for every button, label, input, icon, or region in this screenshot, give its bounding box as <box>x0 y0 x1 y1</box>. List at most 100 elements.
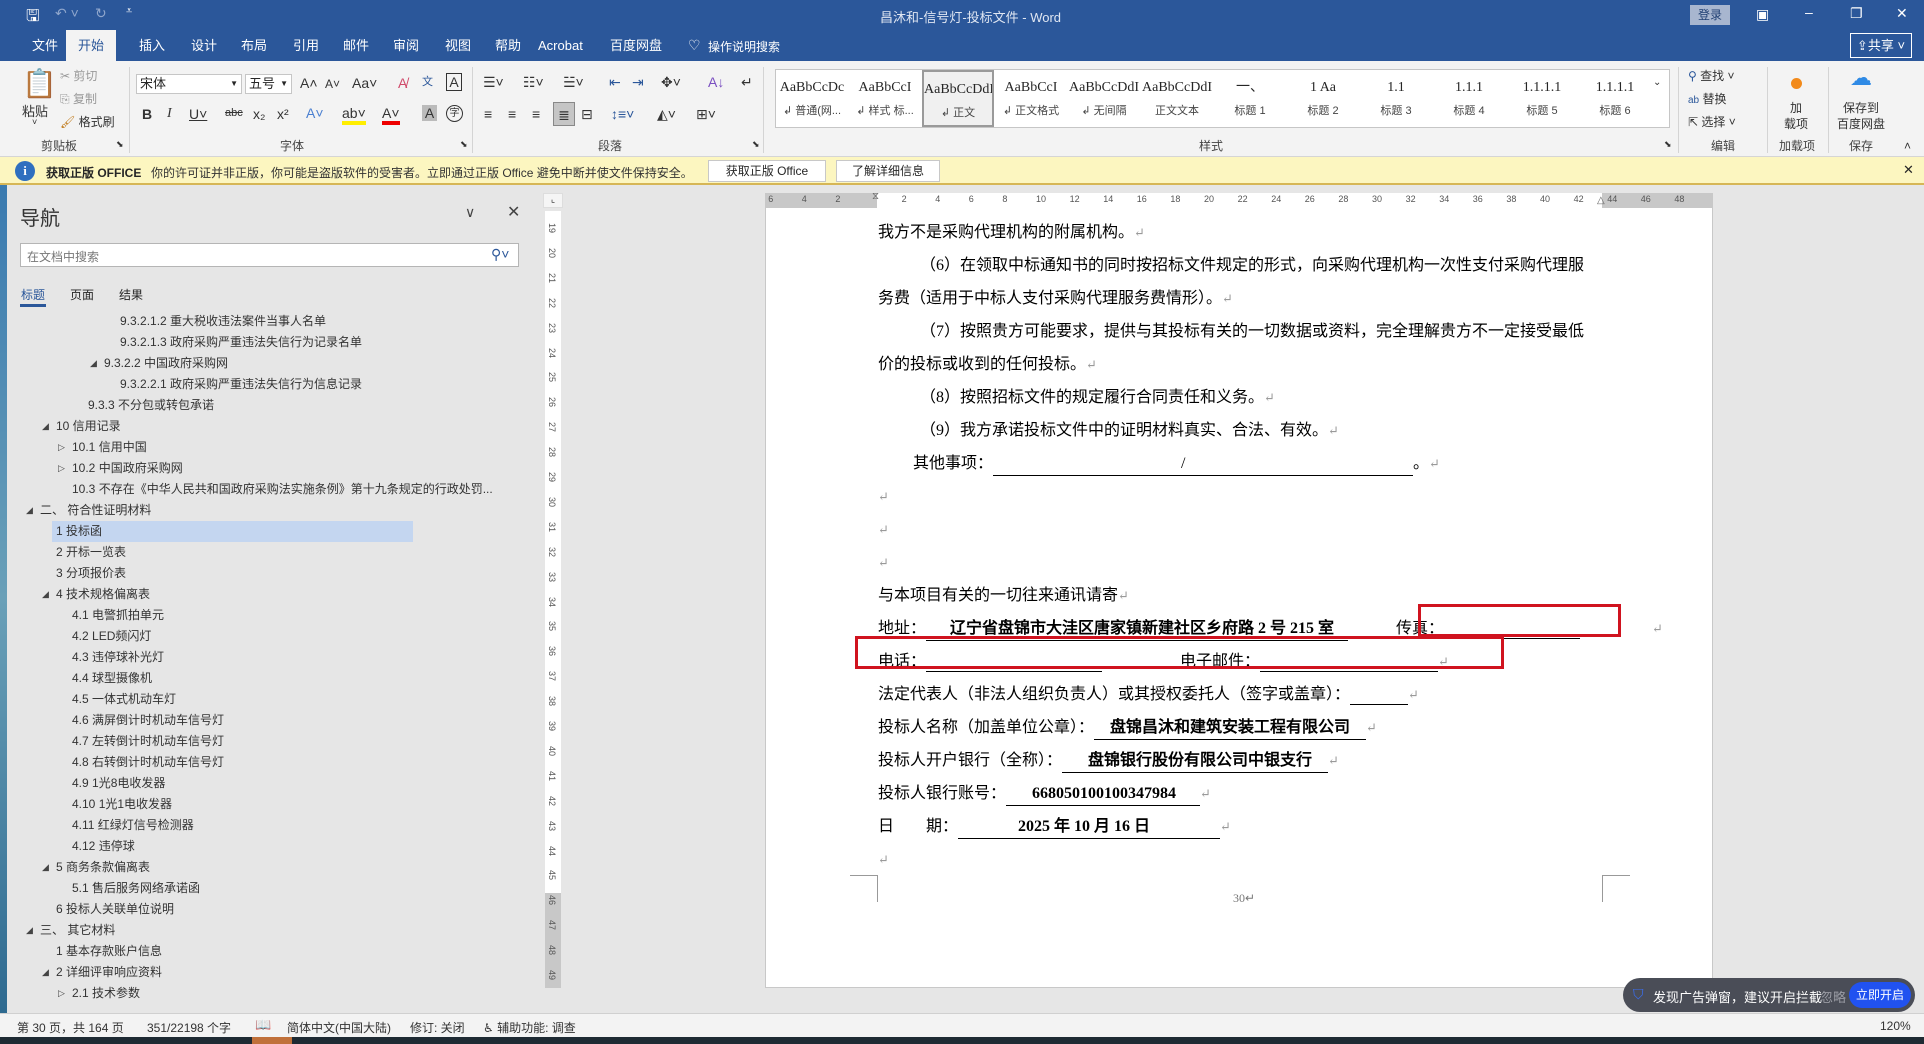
first-line-indent-marker[interactable]: ⧖ <box>872 191 879 202</box>
grow-font-icon[interactable]: A˄ <box>300 75 318 91</box>
save-to-baidu-line2[interactable]: 百度网盘 <box>1837 115 1885 132</box>
tab-design[interactable]: 设计 <box>181 30 227 61</box>
collapse-triangle-icon[interactable]: ◢ <box>42 589 49 600</box>
multilevel-list-icon[interactable]: ☱˅ <box>563 74 584 91</box>
ignore-link[interactable]: 忽略 <box>1820 987 1846 1006</box>
tab-layout[interactable]: 布局 <box>231 30 277 61</box>
styles-launcher-icon[interactable]: ⬊ <box>1664 139 1672 150</box>
nav-heading-item[interactable]: 4.12 违停球 <box>72 836 135 857</box>
cut-button[interactable]: ✂ 剪切 <box>60 67 97 84</box>
style-item[interactable]: AaBbCcDdI ↲ 正文 <box>922 70 994 127</box>
style-item[interactable]: 1 Aa 标题 2 <box>1287 70 1359 127</box>
collapse-triangle-icon[interactable]: ◢ <box>42 421 49 432</box>
style-item[interactable]: 1.1 标题 3 <box>1360 70 1432 127</box>
character-border-icon[interactable]: A <box>446 73 462 91</box>
increase-indent-icon[interactable]: ⇥ <box>632 74 644 91</box>
tab-help[interactable]: 帮助 <box>485 30 531 61</box>
paste-dropdown-icon[interactable]: ˅ <box>32 117 37 127</box>
save-icon[interactable]: 🖫 <box>26 5 40 32</box>
style-item[interactable]: 1.1.1.1 标题 6 <box>1579 70 1651 127</box>
nav-heading-item[interactable]: 10.2 中国政府采购网 <box>72 458 183 479</box>
justify-icon[interactable]: ≣ <box>553 102 575 126</box>
copy-button[interactable]: ⎘ 复制 <box>60 90 97 107</box>
nav-close-icon[interactable]: ✕ <box>507 202 520 222</box>
nav-heading-item[interactable]: 10 信用记录 <box>56 416 121 437</box>
nav-heading-item[interactable]: 4.3 违停球补光灯 <box>72 647 164 668</box>
document-page[interactable]: 我方不是采购代理机构的附属机构。↵ （6）在领取中标通知书的同时按招标文件规定的… <box>765 208 1713 988</box>
nav-heading-item[interactable]: 9.3.2.1.2 重大税收违法案件当事人名单 <box>120 311 326 332</box>
show-marks-icon[interactable]: ↵ <box>741 74 753 91</box>
tell-me-search[interactable]: 操作说明搜索 <box>708 38 780 55</box>
style-item[interactable]: 一、 标题 1 <box>1214 70 1286 127</box>
restore-icon[interactable]: ❐ <box>1850 5 1863 22</box>
learn-more-button[interactable]: 了解详细信息 <box>836 160 940 182</box>
style-item[interactable]: AaBbCcI ↲ 正文格式 <box>995 70 1067 127</box>
ribbon-display-options-icon[interactable]: ▣ <box>1756 6 1769 23</box>
select-button[interactable]: ⇱ 选择 ˅ <box>1688 113 1736 130</box>
bullets-icon[interactable]: ☰˅ <box>483 74 504 91</box>
nav-heading-item[interactable]: 4.10 1光1电收发器 <box>72 794 172 815</box>
nav-heading-item[interactable]: 1 基本存款账户信息 <box>56 941 162 962</box>
nav-heading-item[interactable]: 4.11 红绿灯信号检测器 <box>72 815 194 836</box>
font-color-icon[interactable]: A˅ <box>382 105 400 125</box>
align-right-icon[interactable]: ≡ <box>532 106 540 122</box>
nav-heading-item[interactable]: 4.2 LED频闪灯 <box>72 626 151 647</box>
zoom-level[interactable]: 120% <box>1880 1019 1911 1033</box>
highlight-icon[interactable]: ab˅ <box>342 105 366 125</box>
nav-heading-item[interactable]: 5 商务条款偏离表 <box>56 857 150 878</box>
nav-heading-item[interactable]: 三、 其它材料 <box>40 920 115 941</box>
nav-heading-item[interactable]: 1 投标函 <box>52 521 413 542</box>
tab-selector-icon[interactable]: ⌞ <box>543 193 563 208</box>
superscript-icon[interactable]: x² <box>277 106 289 122</box>
style-item[interactable]: 1.1.1.1 标题 5 <box>1506 70 1578 127</box>
minimize-icon[interactable]: – <box>1805 4 1813 20</box>
collapse-triangle-icon[interactable]: ◢ <box>26 925 33 936</box>
collapse-ribbon-icon[interactable]: ˄ <box>1904 139 1911 153</box>
tab-mailings[interactable]: 邮件 <box>333 30 379 61</box>
distributed-icon[interactable]: ⊟ <box>581 106 593 123</box>
baidu-cloud-icon[interactable]: ☁ <box>1850 65 1872 91</box>
tab-acrobat[interactable]: Acrobat <box>528 30 593 61</box>
addins-button-line2[interactable]: 载项 <box>1784 115 1808 132</box>
login-button[interactable]: 登录 <box>1690 5 1730 25</box>
numbering-icon[interactable]: ☷˅ <box>523 74 544 91</box>
nav-heading-item[interactable]: 2 详细评审响应资料 <box>56 962 162 983</box>
paragraph-launcher-icon[interactable]: ⬊ <box>752 139 760 150</box>
clipboard-launcher-icon[interactable]: ⬊ <box>116 139 124 150</box>
nav-heading-item[interactable]: 4.6 满屏倒计时机动车信号灯 <box>72 710 224 731</box>
character-shading-icon[interactable]: A <box>422 105 437 121</box>
addins-button-line1[interactable]: 加 <box>1790 99 1802 116</box>
undo-icon[interactable]: ↶ ˅ <box>55 5 79 22</box>
nav-heading-item[interactable]: 4 技术规格偏离表 <box>56 584 150 605</box>
nav-heading-item[interactable]: 3 分项报价表 <box>56 563 126 584</box>
paste-icon[interactable]: 📋 <box>22 67 57 100</box>
phonetic-guide-icon[interactable]: 文 <box>422 73 433 89</box>
nav-heading-item[interactable]: 4.7 左转倒计时机动车信号灯 <box>72 731 224 752</box>
italic-icon[interactable]: I <box>167 106 172 122</box>
page-count[interactable]: 第 30 页，共 164 页 <box>17 1019 124 1036</box>
clear-formatting-icon[interactable]: A̸ <box>398 75 407 91</box>
shading-icon[interactable]: ◭˅ <box>657 106 676 123</box>
nav-heading-item[interactable]: 9.3.2.2 中国政府采购网 <box>104 353 228 374</box>
font-name-select[interactable]: 宋体 ▼ <box>136 74 242 94</box>
shrink-font-icon[interactable]: A˅ <box>325 77 340 91</box>
nav-heading-item[interactable]: 2 开标一览表 <box>56 542 126 563</box>
decrease-indent-icon[interactable]: ⇤ <box>609 74 621 91</box>
nav-heading-item[interactable]: 4.9 1光8电收发器 <box>72 773 165 794</box>
close-icon[interactable]: ✕ <box>1903 162 1914 178</box>
nav-heading-item[interactable]: 二、 符合性证明材料 <box>40 500 151 521</box>
collapse-triangle-icon[interactable]: ◢ <box>90 358 97 369</box>
enclose-characters-icon[interactable]: 字 <box>446 105 463 122</box>
nav-heading-item[interactable]: 10.1 信用中国 <box>72 437 147 458</box>
underline-icon[interactable]: U˅ <box>189 106 207 122</box>
nav-heading-item[interactable]: 2.1 技术参数 <box>72 983 140 1004</box>
expand-triangle-icon[interactable]: ▷ <box>58 463 65 474</box>
tab-baidu-netdisk[interactable]: 百度网盘 <box>600 30 672 61</box>
change-case-icon[interactable]: Aa˅ <box>352 75 377 91</box>
nav-heading-item[interactable]: 4.1 电警抓拍单元 <box>72 605 164 626</box>
style-item[interactable]: 1.1.1 标题 4 <box>1433 70 1505 127</box>
expand-triangle-icon[interactable]: ▷ <box>58 988 65 999</box>
chinese-layout-icon[interactable]: ✥˅ <box>661 74 681 91</box>
collapse-triangle-icon[interactable]: ◢ <box>42 862 49 873</box>
subscript-icon[interactable]: x₂ <box>253 106 265 122</box>
